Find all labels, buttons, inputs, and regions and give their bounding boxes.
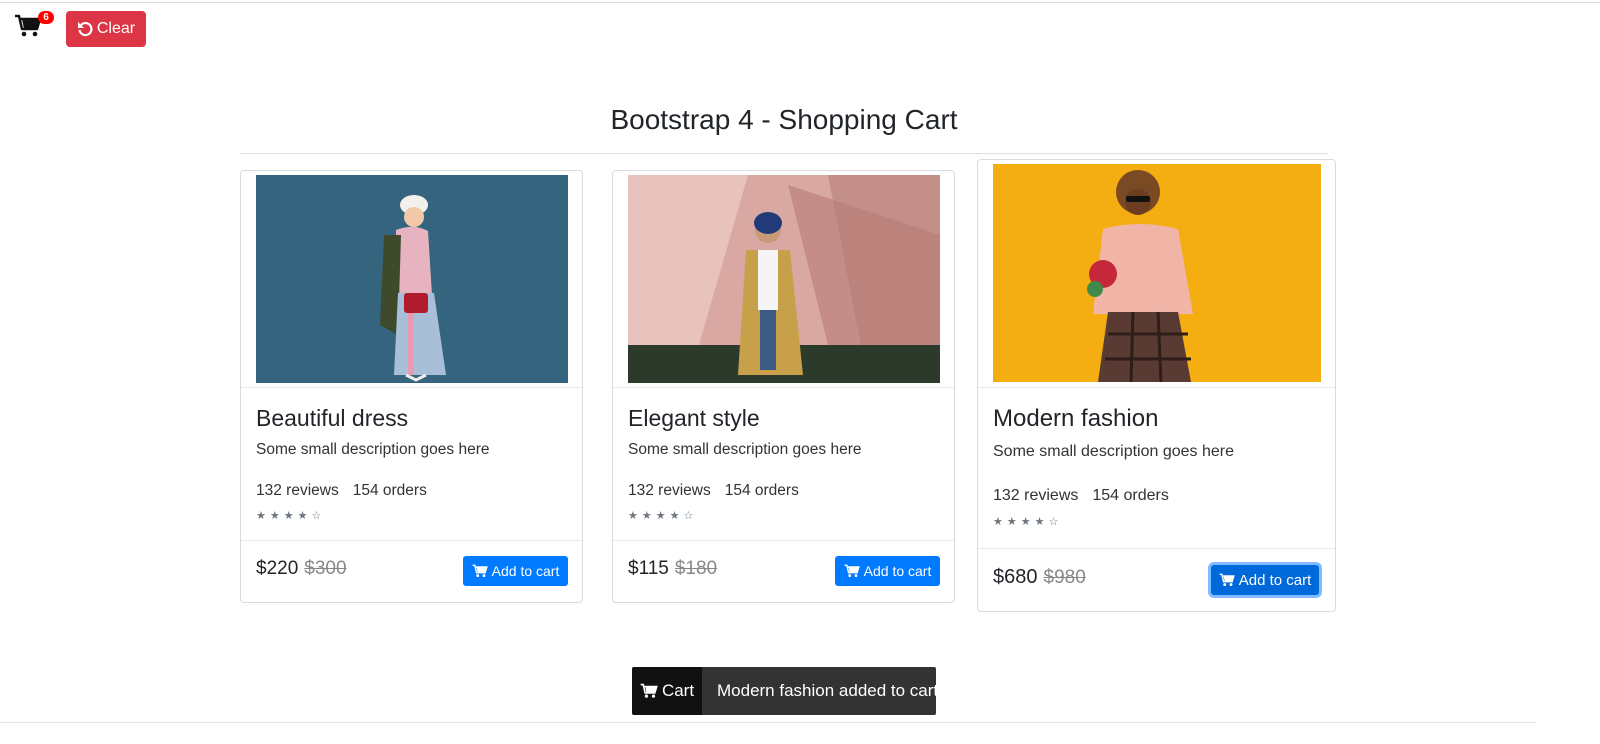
product-card: Elegant style Some small description goe…: [612, 170, 955, 603]
cart-toast: Cart Modern fashion added to cart: [632, 667, 936, 715]
toast-label: Cart: [661, 681, 695, 700]
rating-stars: ★★★★☆: [628, 510, 698, 522]
cart-icon: [472, 564, 488, 577]
top-border: [0, 2, 1600, 3]
cart-icon: [844, 564, 860, 577]
rating-stars: ★★★★☆: [256, 510, 326, 522]
add-to-cart-label: Add to cart: [1238, 571, 1312, 589]
add-to-cart-button[interactable]: Add to cart: [835, 556, 940, 586]
old-price: $180: [674, 558, 718, 579]
toast-cart-label[interactable]: Cart: [632, 667, 702, 715]
product-meta: 132 reviews 154 orders: [256, 482, 427, 500]
orders-count: 154 orders: [352, 482, 427, 499]
product-name: Modern fashion: [993, 405, 1159, 432]
add-to-cart-label: Add to cart: [491, 563, 560, 579]
add-to-cart-button[interactable]: Add to cart: [463, 556, 568, 586]
cart-count-badge: 6: [38, 11, 54, 24]
page-title: Bootstrap 4 - Shopping Cart: [610, 104, 958, 135]
product-price: $220 $300: [256, 558, 347, 580]
product-image: [256, 175, 568, 383]
product-card: Beautiful dress Some small description g…: [240, 170, 583, 603]
clear-label: Clear: [96, 20, 136, 37]
current-price: $115: [628, 558, 669, 579]
old-price: $300: [304, 558, 347, 579]
product-image: [628, 175, 940, 383]
product-name: Elegant style: [628, 405, 760, 431]
card-footer-divider: [241, 540, 582, 541]
card-footer-divider: [613, 540, 954, 541]
reviews-count: 132 reviews: [256, 482, 339, 499]
reviews-count: 132 reviews: [628, 482, 711, 499]
toast-message: Modern fashion added to cart: [702, 667, 936, 715]
rating-stars: ★★★★☆: [993, 516, 1063, 528]
card-divider: [613, 387, 954, 388]
current-price: $220: [256, 558, 299, 579]
product-image: [993, 164, 1321, 382]
bottom-border: [0, 722, 1536, 723]
product-price: $680 $980: [993, 566, 1086, 589]
cart-icon: [640, 683, 658, 698]
product-description: Some small description goes here: [993, 443, 1235, 460]
card-divider: [978, 387, 1335, 388]
product-meta: 132 reviews 154 orders: [628, 482, 799, 500]
orders-count: 154 orders: [724, 482, 799, 499]
card-footer-divider: [978, 548, 1335, 549]
product-price: $115 $180: [628, 558, 717, 580]
old-price: $980: [1043, 567, 1086, 588]
product-name: Beautiful dress: [256, 405, 409, 431]
reviews-count: 132 reviews: [993, 487, 1079, 504]
product-description: Some small description goes here: [628, 441, 862, 458]
title-divider: [240, 153, 1328, 154]
cart-button[interactable]: 6: [14, 10, 54, 42]
product-description: Some small description goes here: [256, 441, 490, 458]
card-divider: [241, 387, 582, 388]
orders-count: 154 orders: [1092, 487, 1169, 504]
cart-icon: [1219, 573, 1235, 586]
current-price: $680: [993, 566, 1038, 588]
add-to-cart-label: Add to cart: [863, 563, 932, 579]
add-to-cart-button[interactable]: Add to cart: [1211, 565, 1319, 595]
clear-button[interactable]: Clear: [66, 11, 146, 47]
undo-icon: [77, 22, 93, 37]
product-card: Modern fashion Some small description go…: [977, 159, 1336, 612]
product-meta: 132 reviews 154 orders: [993, 487, 1169, 505]
